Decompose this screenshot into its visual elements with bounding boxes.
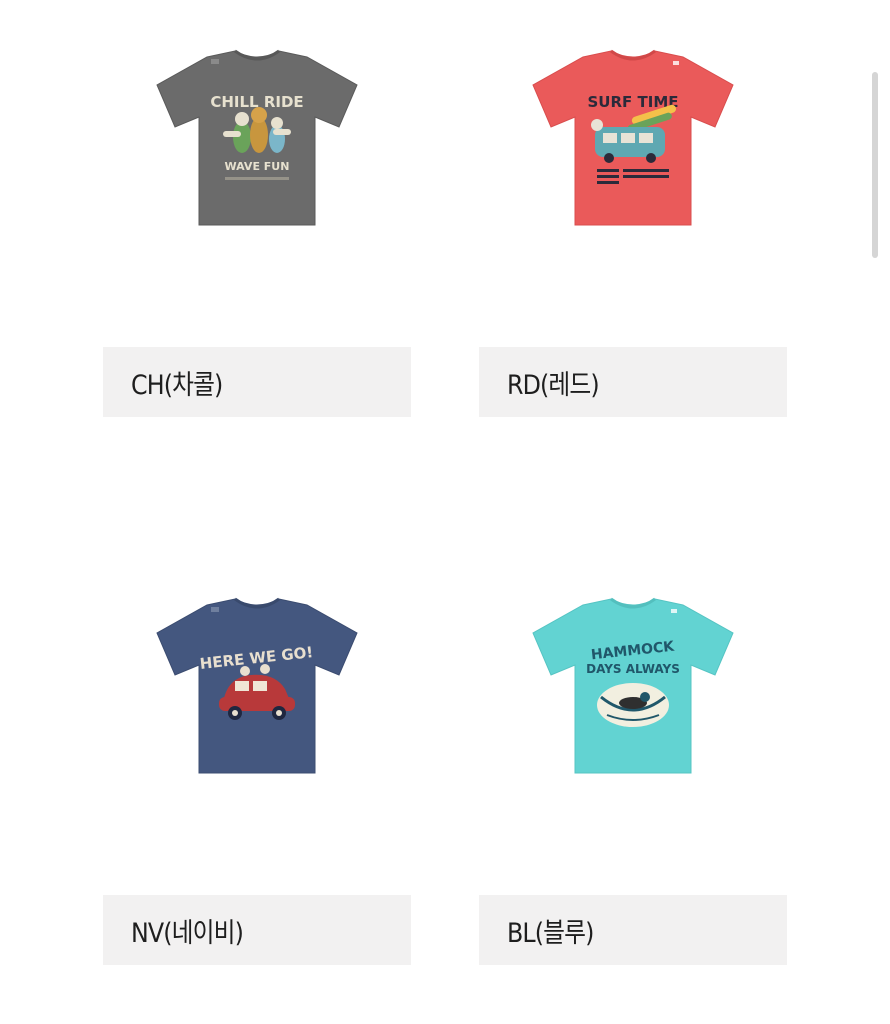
product-color-grid: CHILL RIDE WAVE FUN CH(차콜) SURF TIME RD(… bbox=[0, 0, 890, 1024]
color-option-button[interactable]: CH(차콜) bbox=[103, 347, 411, 417]
print-text-line-2: WAVE FUN bbox=[225, 160, 290, 173]
tshirt-image-blue[interactable]: HAMMOCK DAYS ALWAYS bbox=[523, 593, 743, 783]
color-option-button[interactable]: RD(레드) bbox=[479, 347, 787, 417]
color-option-label: RD(레드) bbox=[507, 369, 600, 401]
vertical-scrollbar[interactable] bbox=[872, 72, 878, 258]
color-option-button[interactable]: NV(네이비) bbox=[103, 895, 411, 965]
tshirt-image-red[interactable]: SURF TIME bbox=[523, 45, 743, 235]
color-option-label: NV(네이비) bbox=[131, 917, 244, 949]
color-option-label: BL(블루) bbox=[507, 917, 594, 949]
print-hammock-illustration bbox=[597, 683, 669, 727]
print-text-line-2: DAYS ALWAYS bbox=[586, 662, 680, 676]
color-option-button[interactable]: BL(블루) bbox=[479, 895, 787, 965]
tshirt-image-charcoal[interactable]: CHILL RIDE WAVE FUN bbox=[147, 45, 367, 235]
tshirt-image-navy[interactable]: HERE WE GO! bbox=[147, 593, 367, 783]
color-option-label: CH(차콜) bbox=[131, 369, 223, 401]
